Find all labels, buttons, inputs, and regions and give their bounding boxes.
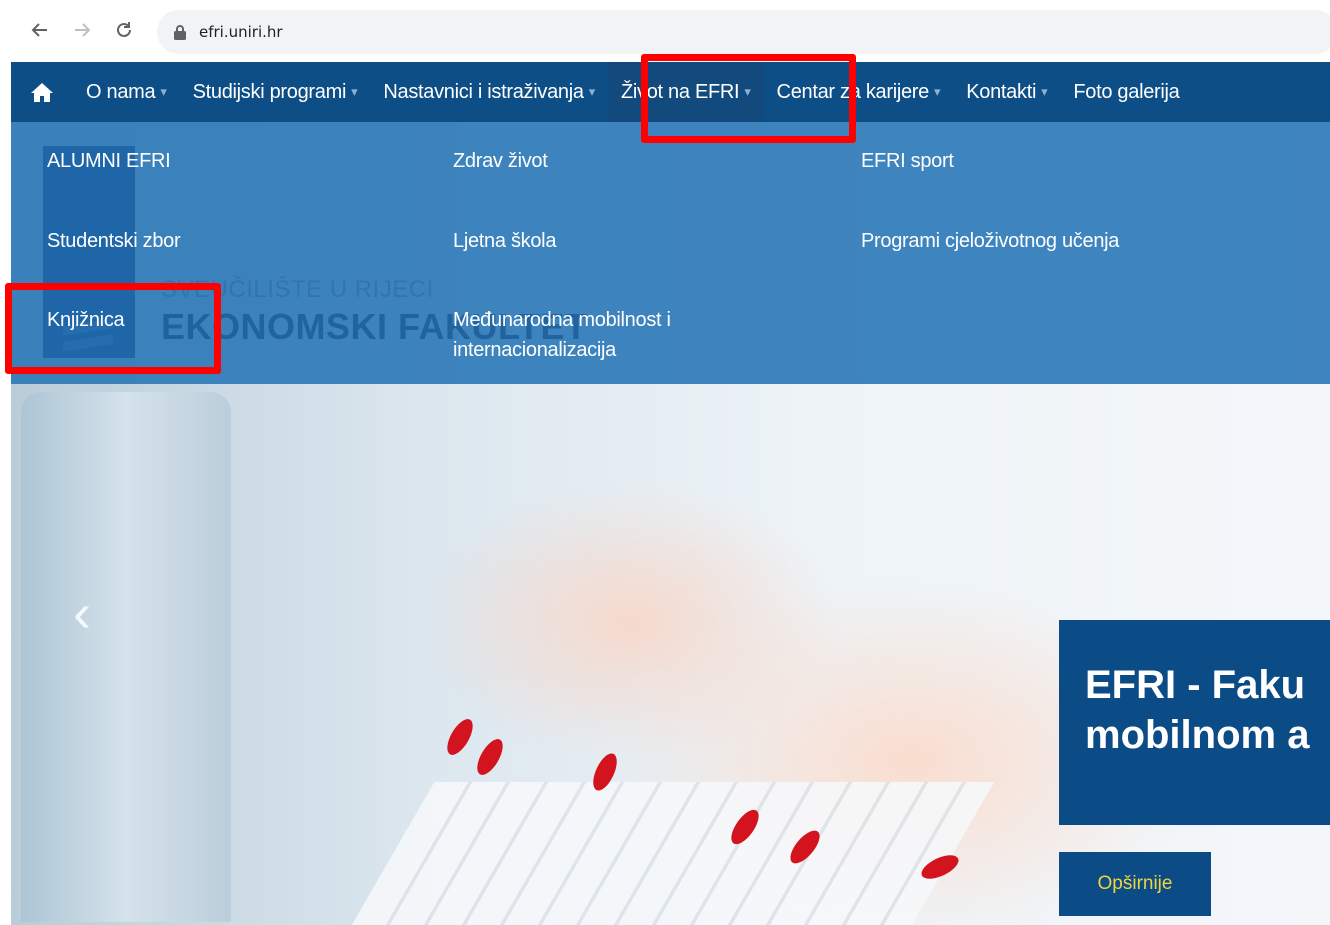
chevron-down-icon: ▾ bbox=[934, 84, 941, 99]
dropdown-item-zdrav-zivot[interactable]: Zdrav život bbox=[453, 146, 548, 176]
home-icon[interactable] bbox=[11, 62, 73, 122]
read-more-button[interactable]: Opširnije bbox=[1059, 852, 1211, 916]
chevron-down-icon: ▾ bbox=[160, 84, 167, 99]
nav-item-label: Kontakti bbox=[966, 80, 1037, 103]
chevron-down-icon: ▾ bbox=[1041, 84, 1048, 99]
dropdown-item-medunarodna-mobilnost[interactable]: Međunarodna mobilnost i internacionaliza… bbox=[453, 305, 671, 365]
nail-decoration bbox=[442, 715, 478, 759]
chevron-down-icon: ▾ bbox=[588, 84, 596, 99]
dropdown-item-ljetna-skola[interactable]: Ljetna škola bbox=[453, 226, 556, 256]
nav-item-label: Studijski programi bbox=[192, 80, 347, 103]
nav-item-label: Foto galerija bbox=[1073, 80, 1180, 103]
glass-decoration bbox=[21, 392, 231, 922]
website: ‹ O nama ▾ Studijski programi ▾ Nastavnici… bbox=[11, 62, 1330, 925]
keyboard-decoration bbox=[347, 782, 995, 925]
highlight-box-knjiznica bbox=[5, 283, 221, 374]
nail-decoration bbox=[472, 735, 508, 779]
chevron-down-icon: ▾ bbox=[351, 84, 358, 99]
highlight-box-zivot-na-efri bbox=[641, 54, 856, 143]
lock-icon bbox=[174, 25, 186, 40]
back-icon[interactable] bbox=[24, 14, 56, 46]
browser-toolbar: efri.uniri.hr bbox=[0, 0, 1330, 62]
nav-item-studijski-programi[interactable]: Studijski programi ▾ bbox=[180, 62, 371, 122]
dropdown-item-cjelozivotno-ucenje[interactable]: Programi cjeloživotnog učenja bbox=[861, 226, 1119, 256]
nav-item-o-nama[interactable]: O nama ▾ bbox=[73, 62, 180, 122]
dropdown-item-alumni[interactable]: ALUMNI EFRI bbox=[47, 146, 171, 176]
nav-item-kontakti[interactable]: Kontakti ▾ bbox=[953, 62, 1060, 122]
slide-title-line: mobilnom a bbox=[1085, 713, 1310, 757]
slider-prev-icon[interactable]: ‹ bbox=[73, 582, 91, 644]
address-bar[interactable]: efri.uniri.hr bbox=[157, 10, 1330, 54]
reload-icon[interactable] bbox=[108, 14, 140, 46]
nav-item-label: Nastavnici i istraživanja bbox=[383, 80, 584, 103]
dropdown-item-studentski-zbor[interactable]: Studentski zbor bbox=[47, 226, 181, 256]
nav-item-label: O nama bbox=[86, 80, 156, 103]
slide-title: EFRI - Faku mobilnom a bbox=[1085, 660, 1309, 760]
nav-item-nastavnici[interactable]: Nastavnici i istraživanja ▾ bbox=[370, 62, 608, 122]
slide-caption: EFRI - Faku mobilnom a bbox=[1059, 620, 1330, 825]
dropdown-item-label: internacionalizacija bbox=[453, 339, 616, 361]
nav-item-foto-galerija[interactable]: Foto galerija bbox=[1060, 62, 1192, 122]
slide-title-line: EFRI - Faku bbox=[1085, 663, 1306, 707]
forward-icon[interactable] bbox=[66, 14, 98, 46]
dropdown-item-label: Međunarodna mobilnost i bbox=[453, 309, 671, 331]
dropdown-item-efri-sport[interactable]: EFRI sport bbox=[861, 146, 954, 176]
url-text: efri.uniri.hr bbox=[199, 23, 283, 41]
